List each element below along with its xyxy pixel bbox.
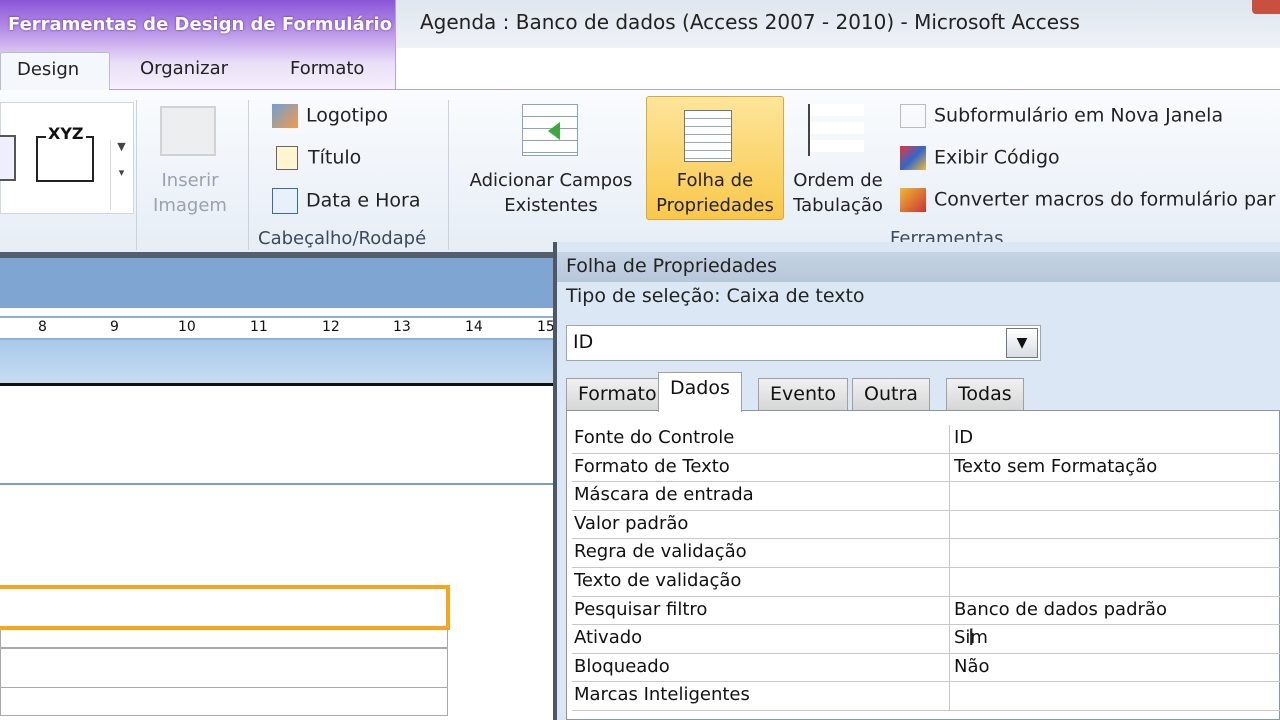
add-fields-label-2: Existentes (504, 195, 598, 216)
property-row[interactable]: Máscara de entrada (572, 482, 1280, 511)
property-row[interactable]: Bloqueado Não (572, 653, 1280, 683)
tab-todas[interactable]: Todas (946, 378, 1024, 411)
property-sheet-label: Folha de Propriedades (646, 168, 784, 218)
insert-image-label-2: Imagem (153, 195, 227, 216)
property-grid: Fonte do Controle ID Formato de Texto Text… (566, 410, 1280, 720)
title-icon (276, 146, 298, 170)
ruler-tick-label: 10 (178, 319, 196, 335)
add-existing-fields-button[interactable]: Adicionar Campos Existentes (456, 168, 646, 218)
selected-text-box[interactable] (0, 585, 450, 630)
property-label: Formato de Texto (574, 455, 730, 477)
insert-image-button[interactable]: Inserir Imagem (140, 168, 240, 218)
title-label: Título (308, 146, 362, 169)
subform-new-window-button[interactable]: Subformulário em Nova Janela (900, 104, 1223, 128)
tab-outra[interactable]: Outra (852, 378, 930, 411)
section-bar (0, 340, 556, 384)
ruler-tick-label: 8 (38, 319, 47, 335)
tab-formato[interactable]: Formato (566, 378, 669, 411)
ruler-tick-label: 11 (250, 319, 268, 335)
ruler-tick-label: 12 (322, 319, 340, 335)
insert-image-icon (160, 106, 216, 156)
tab-evento[interactable]: Evento (758, 378, 849, 411)
property-sheet-label-1: Folha de (676, 170, 754, 191)
tab-design[interactable]: Design (0, 52, 110, 90)
property-value[interactable]: ID (954, 427, 973, 448)
section-divider (0, 483, 556, 485)
insert-image-label: Inserir (161, 170, 219, 191)
gallery-scroll[interactable]: ▼ ▾ (110, 140, 132, 210)
property-value[interactable]: Texto sem Formatação (954, 456, 1157, 477)
property-label: Regra de validação (574, 541, 747, 563)
view-code-label: Exibir Código (934, 146, 1060, 169)
property-label: Fonte do Controle (574, 427, 735, 448)
property-row[interactable]: Texto de validação (572, 568, 1280, 597)
property-row[interactable]: Pesquisar filtro Banco de dados padrão (572, 596, 1280, 626)
subform-icon (900, 104, 926, 128)
date-time-button[interactable]: Data e Hora (272, 188, 421, 214)
logo-icon (272, 104, 298, 128)
ruler-tick-label: 14 (465, 319, 483, 335)
text-box[interactable] (0, 648, 448, 688)
text-box[interactable] (0, 630, 448, 648)
convert-macros-button[interactable]: Converter macros do formulário par (900, 188, 1275, 212)
property-row[interactable]: Formato de Texto Texto sem Formatação (572, 453, 1280, 483)
property-label: Pesquisar filtro (574, 598, 708, 620)
arrow-left-icon (548, 122, 560, 140)
property-value[interactable]: Banco de dados padrão (954, 599, 1167, 620)
group-label-tools: Ferramentas (890, 228, 1004, 242)
ruler-tick-label: 13 (393, 319, 411, 335)
add-fields-label: Adicionar Campos (469, 170, 633, 191)
ruler-tick-label: 9 (110, 319, 119, 335)
property-row[interactable]: Regra de validação (572, 539, 1280, 568)
property-row[interactable]: Fonte do Controle ID (572, 425, 1280, 454)
selection-type: Tipo de seleção: Caixa de texto (566, 285, 865, 307)
text-box[interactable] (0, 688, 448, 716)
tab-order-label: Ordem de (793, 170, 883, 191)
calendar-clock-icon (272, 188, 298, 214)
contextual-tab-label: Ferramentas de Design de Formulário (8, 14, 393, 35)
property-label: Marcas Inteligentes (574, 684, 750, 706)
tab-dados[interactable]: Dados (658, 372, 742, 412)
tab-order-icon (808, 104, 864, 156)
date-time-label: Data e Hora (306, 189, 421, 212)
logo-button[interactable]: Logotipo (272, 104, 388, 128)
close-window-button[interactable] (1252, 0, 1280, 14)
view-code-button[interactable]: Exibir Código (900, 146, 1060, 170)
object-selector[interactable]: ID (566, 325, 1041, 361)
horizontal-ruler: 8 9 10 11 12 13 14 15 (0, 316, 556, 340)
tab-formato[interactable]: Formato (274, 52, 380, 90)
property-row[interactable]: Valor padrão (572, 510, 1280, 540)
form-control-icon[interactable] (0, 135, 16, 181)
group-label-header-footer: Cabeçalho/Rodapé (258, 228, 427, 249)
tab-order-label-2: Tabulação (793, 195, 883, 216)
property-row[interactable]: Ativado Sim (572, 625, 1280, 654)
macro-icon (900, 188, 926, 212)
property-label: Ativado (574, 627, 643, 649)
property-sheet-title: Folha de Propriedades (557, 252, 1280, 282)
convert-macros-label: Converter macros do formulário par (934, 188, 1276, 211)
form-design-canvas[interactable] (0, 386, 556, 720)
chevron-down-icon[interactable]: ▼ (1006, 328, 1038, 358)
form-header-bar (0, 258, 560, 308)
property-sheet-label-2: Propriedades (656, 195, 774, 216)
tab-organizar[interactable]: Organizar (124, 52, 244, 90)
code-icon (900, 146, 926, 170)
property-row[interactable]: Marcas Inteligentes (572, 682, 1280, 711)
logo-label: Logotipo (306, 104, 388, 127)
property-label: Valor padrão (574, 512, 689, 534)
property-sheet-icon (684, 110, 732, 162)
title-button[interactable]: Título (276, 146, 361, 170)
tab-order-button[interactable]: Ordem de Tabulação (786, 168, 890, 218)
property-value[interactable]: Não (954, 656, 990, 677)
property-label: Bloqueado (574, 655, 670, 677)
property-label: Máscara de entrada (574, 484, 754, 506)
property-label: Texto de validação (574, 570, 742, 591)
subform-label: Subformulário em Nova Janela (934, 104, 1224, 127)
window-title: Agenda : Banco de dados (Access 2007 - 2… (420, 10, 1080, 34)
text-cursor-icon: I (968, 626, 975, 651)
label-control-text: XYZ (46, 124, 86, 143)
